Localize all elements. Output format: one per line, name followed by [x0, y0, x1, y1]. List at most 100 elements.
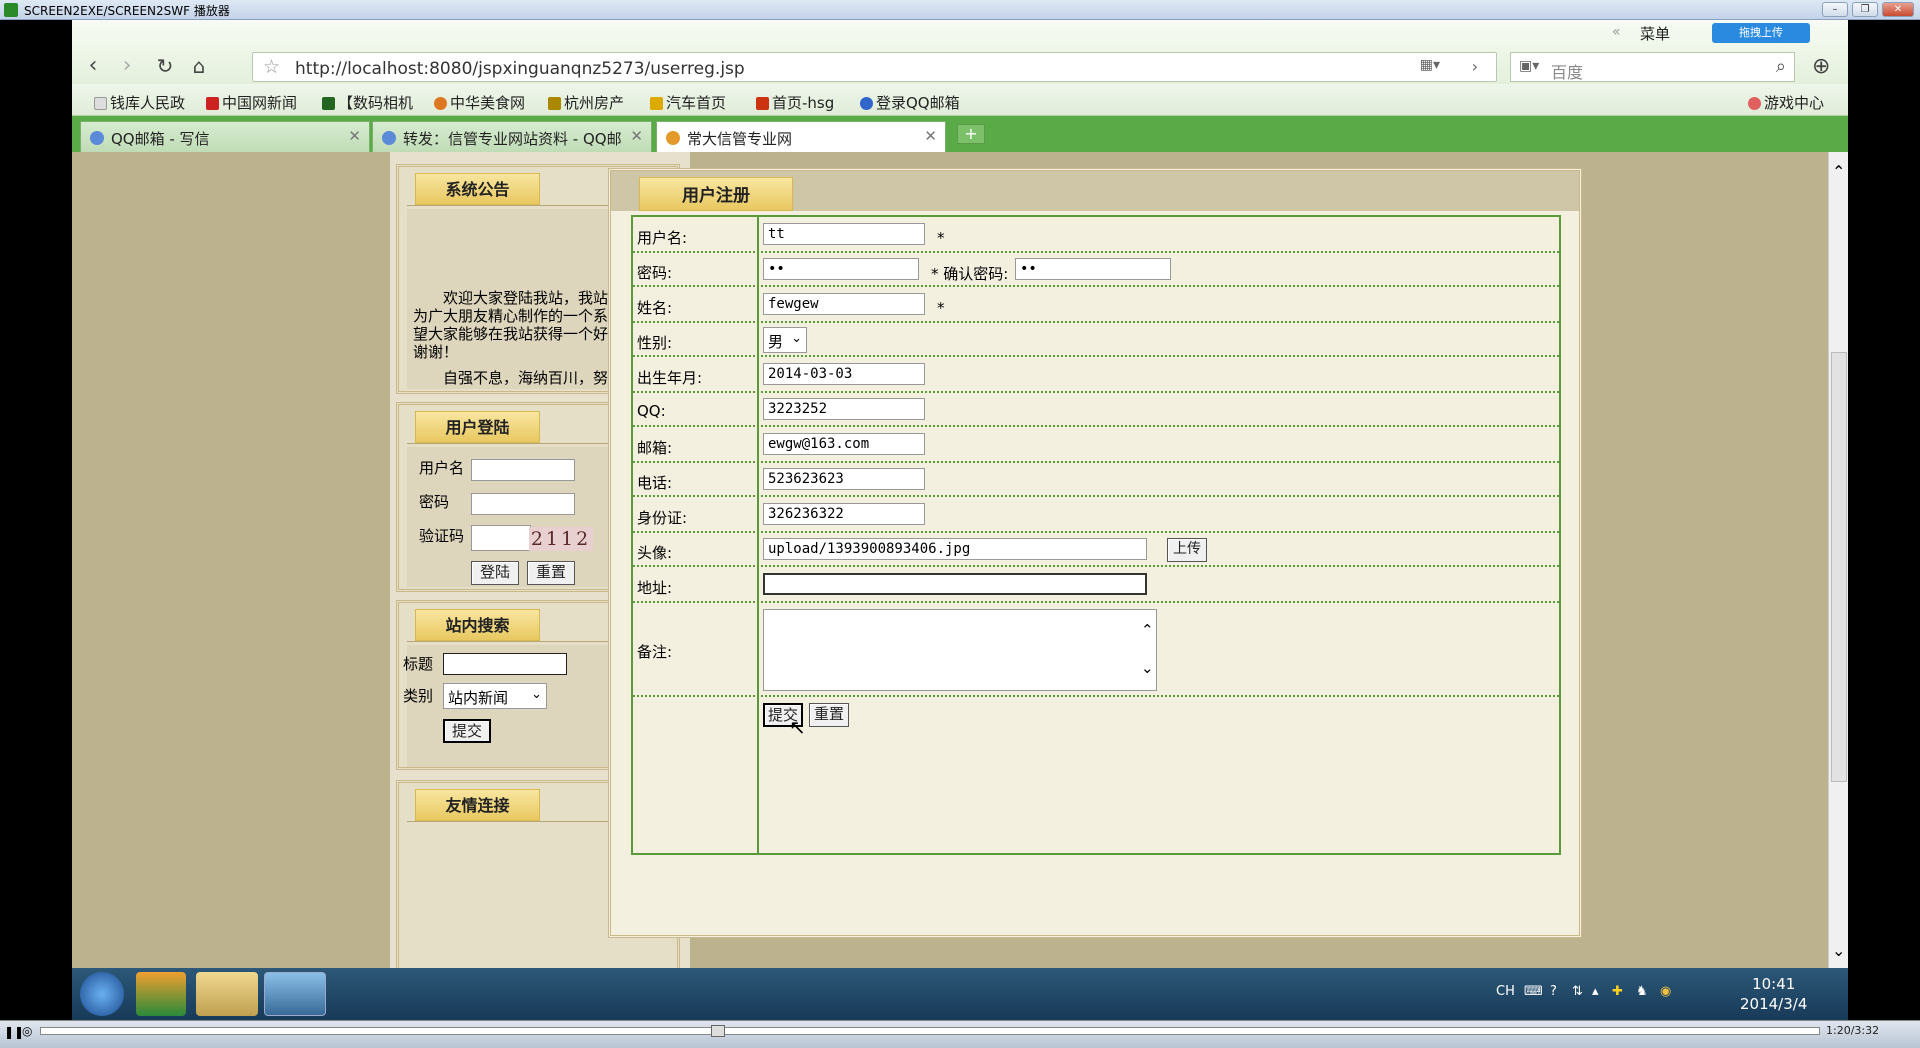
- login-password-input[interactable]: [471, 493, 575, 515]
- plus-icon[interactable]: ✚: [1612, 984, 1623, 999]
- form-row-idcard: 身份证: 326236322: [633, 497, 1559, 533]
- phone-input[interactable]: 523623623: [763, 468, 925, 490]
- name-label: 姓名:: [637, 299, 673, 317]
- bookmark-item[interactable]: 中国网新闻: [206, 92, 297, 113]
- form-row-birth: 出生年月: 2014-03-03: [633, 357, 1559, 393]
- page-scrollbar[interactable]: ⌃ ⌄: [1828, 152, 1848, 970]
- qr-icon[interactable]: ▦▾: [1420, 57, 1440, 73]
- search-title-input[interactable]: [443, 653, 567, 675]
- form-row-email: 邮箱: ewgw@163.com: [633, 427, 1559, 463]
- close-tab-icon[interactable]: ✕: [630, 127, 643, 145]
- username-label: 用户名:: [637, 229, 688, 247]
- bookmark-item[interactable]: 钱库人民政: [94, 92, 185, 113]
- login-username-input[interactable]: [471, 459, 575, 481]
- game-center-link[interactable]: 游戏中心: [1748, 92, 1824, 113]
- form-row-phone: 电话: 523623623: [633, 463, 1559, 497]
- chevron-right-icon[interactable]: ›: [1472, 57, 1478, 76]
- tab-active-site[interactable]: 常大信管专业网 ✕: [656, 121, 946, 152]
- keyboard-icon[interactable]: ⌨: [1524, 984, 1543, 999]
- search-input[interactable]: 百度: [1551, 59, 1583, 83]
- address-bar[interactable]: ☆ http://localhost:8080/jspxinguanqnz527…: [252, 52, 1497, 82]
- search-box[interactable]: ▣▾ 百度 ⌕: [1510, 52, 1795, 82]
- notice-title: 系统公告: [415, 173, 540, 205]
- address-input[interactable]: [763, 573, 1147, 595]
- stop-icon[interactable]: ◎: [22, 1024, 32, 1038]
- browser-toolbar: « 菜单 拖拽上传 ‹ › ↻ ⌂ ☆ http://localhost:808…: [72, 20, 1848, 84]
- star-icon[interactable]: ☆: [263, 56, 280, 78]
- food-icon: [434, 97, 447, 110]
- scroll-up-icon[interactable]: ⌃: [1832, 162, 1845, 181]
- system-clock[interactable]: 10:41 2014/3/4: [1740, 974, 1807, 1014]
- player-controls: ❚❚ ◎ 1:20/3:32: [0, 1020, 1920, 1048]
- scroll-down-icon[interactable]: ⌄: [1832, 941, 1845, 960]
- network-icon[interactable]: ⇅: [1572, 984, 1583, 999]
- close-tab-icon[interactable]: ✕: [348, 127, 361, 145]
- bookmark-item[interactable]: 登录QQ邮箱: [860, 92, 960, 113]
- tab-qq-mail[interactable]: QQ邮箱 - 写信 ✕: [80, 121, 370, 152]
- bookmark-item[interactable]: 【数码相机: [322, 92, 413, 113]
- links-title: 友情连接: [415, 789, 540, 821]
- confirm-password-input[interactable]: ••: [1015, 258, 1171, 280]
- help-icon[interactable]: ?: [1550, 984, 1557, 999]
- qq-mail-icon: [90, 131, 104, 145]
- bookmarks-bar: 钱库人民政 中国网新闻 【数码相机 中华美食网 杭州房产 汽车首页 首页-hsg…: [72, 84, 1848, 116]
- double-chevron-left-icon[interactable]: «: [1612, 24, 1621, 40]
- tray-expand-icon[interactable]: ▴: [1592, 984, 1599, 999]
- search-category-select[interactable]: 站内新闻 ⌄: [443, 683, 547, 709]
- new-tab-button[interactable]: +: [957, 124, 985, 144]
- name-input[interactable]: fewgew: [763, 293, 925, 315]
- search-submit-button[interactable]: 提交: [443, 719, 491, 743]
- close-icon[interactable]: ✕: [1882, 2, 1914, 17]
- gender-select[interactable]: 男 ⌄: [763, 327, 807, 353]
- search-icon[interactable]: ⌕: [1776, 56, 1786, 77]
- download-icon[interactable]: ⊕: [1812, 54, 1830, 79]
- idcard-input[interactable]: 326236322: [763, 503, 925, 525]
- scroll-thumb[interactable]: [1831, 352, 1847, 782]
- refresh-icon[interactable]: ↻: [152, 53, 178, 79]
- qq-label: QQ:: [637, 402, 666, 420]
- player-app-icon: [4, 3, 18, 17]
- email-input[interactable]: ewgw@163.com: [763, 433, 925, 455]
- forward-icon[interactable]: ›: [114, 53, 140, 79]
- home-icon[interactable]: ⌂: [186, 53, 212, 79]
- remark-textarea[interactable]: [763, 609, 1157, 691]
- minimize-icon[interactable]: –: [1822, 2, 1848, 17]
- mouse-cursor-icon: ↖: [789, 715, 806, 739]
- qq-icon[interactable]: ♞: [1636, 984, 1648, 999]
- scroll-up-icon[interactable]: ⌃: [1141, 621, 1154, 639]
- avatar-input[interactable]: upload/1393900893406.jpg: [763, 538, 1147, 560]
- player-title-bar: SCREEN2EXE/SCREEN2SWF 播放器 – ❐ ✕: [0, 0, 1920, 20]
- search-engine-icon[interactable]: ▣▾: [1519, 58, 1539, 74]
- close-tab-icon[interactable]: ✕: [924, 127, 937, 145]
- site-favicon-icon: [666, 131, 680, 145]
- browser-taskbar-icon[interactable]: [264, 972, 326, 1016]
- birth-input[interactable]: 2014-03-03: [763, 363, 925, 385]
- login-captcha-input[interactable]: [471, 525, 531, 551]
- search-category-label: 类别: [403, 687, 434, 705]
- qq-input[interactable]: 3223252: [763, 398, 925, 420]
- security-icon[interactable]: ◉: [1660, 984, 1671, 999]
- username-input[interactable]: tt: [763, 223, 925, 245]
- form-reset-button[interactable]: 重置: [809, 703, 849, 727]
- login-button[interactable]: 登陆: [471, 561, 519, 585]
- seek-bar[interactable]: [40, 1025, 1820, 1037]
- bookmark-item[interactable]: 中华美食网: [434, 92, 525, 113]
- menu-button[interactable]: 菜单: [1640, 23, 1670, 44]
- input-language[interactable]: CH: [1496, 984, 1515, 999]
- upload-button[interactable]: 上传: [1167, 538, 1207, 562]
- seek-knob[interactable]: [711, 1025, 725, 1037]
- bookmark-item[interactable]: 杭州房产: [548, 92, 624, 113]
- bookmark-item[interactable]: 汽车首页: [650, 92, 726, 113]
- folder-icon[interactable]: [196, 972, 258, 1016]
- back-icon[interactable]: ‹: [80, 53, 106, 79]
- scroll-down-icon[interactable]: ⌄: [1141, 659, 1154, 677]
- upload-badge[interactable]: 拖拽上传: [1712, 23, 1810, 43]
- restore-icon[interactable]: ❐: [1852, 2, 1878, 17]
- tab-forward-mail[interactable]: 转发：信管专业网站资料 - QQ邮 ✕: [372, 121, 652, 152]
- password-input[interactable]: ••: [763, 258, 919, 280]
- login-reset-button[interactable]: 重置: [527, 561, 575, 585]
- app-icon[interactable]: [136, 972, 186, 1016]
- camera-icon: [322, 97, 335, 110]
- start-icon[interactable]: [80, 972, 124, 1016]
- bookmark-item[interactable]: 首页-hsg: [756, 92, 834, 113]
